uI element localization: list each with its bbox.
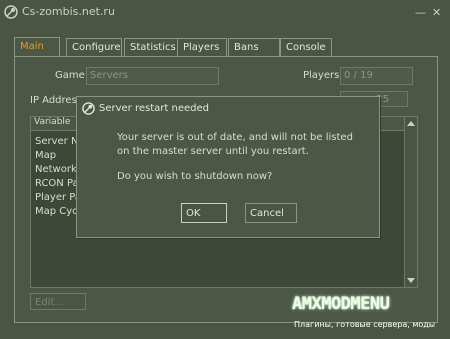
tab-console[interactable]: Console bbox=[280, 38, 332, 56]
list-scrollbar[interactable] bbox=[404, 117, 417, 287]
watermark-logo: AMXMODMENU bbox=[292, 294, 390, 314]
ok-button[interactable]: OK bbox=[181, 203, 227, 223]
title-bar[interactable]: Cs-zombis.net.ru — ✕ bbox=[0, 0, 450, 24]
game-field: Servers bbox=[86, 67, 219, 85]
tab-players[interactable]: Players bbox=[177, 38, 227, 56]
list-item[interactable]: Map Cycl bbox=[35, 206, 80, 217]
tab-main[interactable]: Main bbox=[14, 37, 60, 57]
list-item[interactable]: Server N bbox=[35, 136, 78, 147]
tab-statistics[interactable]: Statistics bbox=[124, 38, 178, 56]
ip-address-label: IP Addres bbox=[30, 95, 77, 106]
window-title: Cs-zombis.net.ru bbox=[22, 5, 115, 18]
tab-bans[interactable]: Bans bbox=[228, 38, 280, 56]
players-field: 0 / 19 bbox=[340, 67, 413, 85]
list-item[interactable]: Player Pa bbox=[35, 192, 81, 203]
tab-configure[interactable]: Configure bbox=[66, 38, 122, 56]
close-icon[interactable]: ✕ bbox=[432, 7, 441, 18]
dialog-message-line2: on the master server until you restart. bbox=[117, 146, 309, 157]
cancel-button[interactable]: Cancel bbox=[245, 203, 297, 223]
scroll-down-icon[interactable] bbox=[407, 278, 415, 283]
game-label: Game bbox=[55, 70, 85, 81]
steam-icon bbox=[82, 102, 95, 115]
list-item[interactable]: Network bbox=[35, 164, 77, 175]
dialog-title: Server restart needed bbox=[99, 103, 209, 114]
list-item[interactable]: Map bbox=[35, 150, 56, 161]
restart-dialog: Server restart needed Your server is out… bbox=[76, 96, 380, 238]
app-window: Cs-zombis.net.ru — ✕ Main Configure Stat… bbox=[0, 0, 450, 339]
minimize-icon[interactable]: — bbox=[415, 7, 426, 18]
watermark-subtitle: Плагины, готовые сервера, моды bbox=[294, 320, 436, 329]
dialog-question: Do you wish to shutdown now? bbox=[117, 171, 273, 182]
scroll-up-icon[interactable] bbox=[407, 121, 415, 126]
steam-icon bbox=[4, 5, 18, 19]
edit-button[interactable]: Edit... bbox=[30, 293, 86, 310]
dialog-message-line1: Your server is out of date, and will not… bbox=[117, 132, 353, 143]
variable-column-header[interactable]: Variable bbox=[34, 117, 70, 127]
players-label: Players bbox=[303, 70, 340, 81]
list-item[interactable]: RCON Pa bbox=[35, 178, 79, 189]
